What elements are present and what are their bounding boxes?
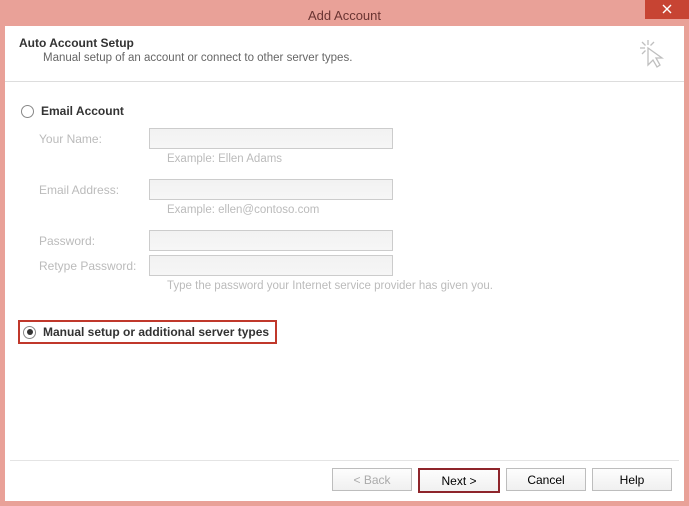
add-account-window: Add Account Auto Account Setup Manual se… (0, 0, 689, 506)
password-input (149, 230, 393, 251)
wizard-header: Auto Account Setup Manual setup of an ac… (5, 26, 684, 82)
your-name-label: Your Name: (39, 132, 149, 146)
help-button[interactable]: Help (592, 468, 672, 491)
password-hint: Type the password your Internet service … (167, 280, 668, 292)
header-subtitle: Manual setup of an account or connect to… (43, 52, 352, 64)
retype-password-input (149, 255, 393, 276)
footer-separator (10, 460, 679, 461)
email-account-option[interactable]: Email Account (21, 104, 668, 118)
email-account-radio[interactable] (21, 105, 34, 118)
header-title: Auto Account Setup (19, 36, 352, 50)
next-button[interactable]: Next > (418, 468, 500, 493)
cursor-click-icon (638, 38, 668, 71)
manual-setup-label: Manual setup or additional server types (43, 325, 269, 339)
manual-setup-option[interactable]: Manual setup or additional server types (18, 320, 277, 344)
email-account-label: Email Account (41, 104, 124, 118)
wizard-content: Email Account Your Name: Example: Ellen … (5, 82, 684, 344)
back-button: < Back (332, 468, 412, 491)
cancel-button[interactable]: Cancel (506, 468, 586, 491)
manual-setup-radio[interactable] (23, 326, 36, 339)
email-input (149, 179, 393, 200)
your-name-input (149, 128, 393, 149)
your-name-hint: Example: Ellen Adams (167, 153, 668, 165)
email-form-section: Your Name: Example: Ellen Adams Email Ad… (39, 128, 668, 292)
wizard-button-bar: < Back Next > Cancel Help (332, 468, 672, 493)
close-button[interactable] (645, 0, 689, 19)
retype-password-label: Retype Password: (39, 259, 149, 273)
close-icon (662, 4, 672, 14)
email-label: Email Address: (39, 183, 149, 197)
email-hint: Example: ellen@contoso.com (167, 204, 668, 216)
window-title: Add Account (308, 8, 381, 23)
password-label: Password: (39, 234, 149, 248)
titlebar: Add Account (5, 4, 684, 26)
